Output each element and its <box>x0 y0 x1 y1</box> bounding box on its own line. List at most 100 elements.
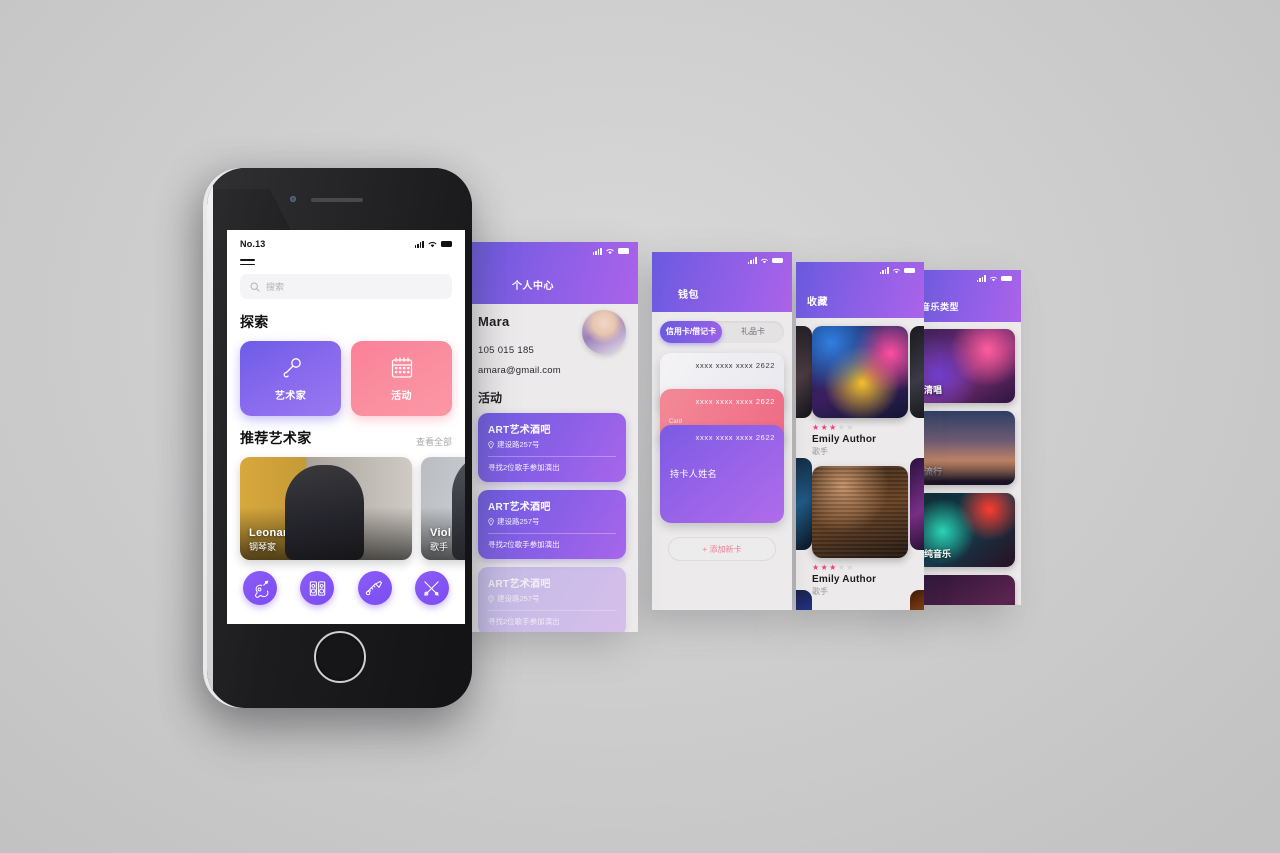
search-icon <box>250 282 260 292</box>
genre-list: 清唱 流行 纯音乐 <box>911 322 1021 605</box>
instrument-guitar[interactable] <box>243 571 277 606</box>
divider <box>488 533 616 534</box>
genre-card[interactable] <box>917 575 1015 605</box>
event-card[interactable]: ART艺术酒吧 建设路257号 寻找2位歌手参加演出 <box>478 490 626 559</box>
signal-bars-icon <box>414 240 424 248</box>
carousel-side-card[interactable] <box>796 590 812 610</box>
card-number: xxxx xxxx xxxx 2622 <box>695 433 775 442</box>
card-number: xxxx xxxx xxxx 2622 <box>695 397 775 406</box>
location-pin-icon <box>488 517 494 526</box>
tab-gift-card[interactable]: 礼品卡 <box>722 321 784 343</box>
artist-card[interactable]: Leonard Evans 钢琴家 <box>240 457 412 561</box>
hamburger-menu-icon[interactable] <box>227 249 465 266</box>
screen-home: No.13 搜索 探索 艺术家 活动 推荐艺术家 查看全部 Leonard Ev… <box>227 230 465 624</box>
recommended-header: 推荐艺术家 查看全部 <box>240 428 452 448</box>
favorite-item[interactable]: ★ ★ ★ ★ ★ Emily Author 歌手 <box>796 466 924 606</box>
iphone-mockup: No.13 搜索 探索 艺术家 活动 推荐艺术家 查看全部 Leonard Ev… <box>207 168 472 708</box>
microphone-icon <box>283 358 301 378</box>
signal-bars-icon <box>976 275 986 282</box>
wallet-tabs: 信用卡/借记卡 礼品卡 <box>660 321 784 343</box>
favorite-thumbnail <box>812 466 908 558</box>
front-camera-icon <box>290 196 296 202</box>
artist-card[interactable]: Viol 歌手 <box>421 457 465 561</box>
battery-icon <box>618 248 629 254</box>
battery-icon <box>772 257 783 264</box>
artist-name: Leonard Evans <box>249 527 332 540</box>
event-list: ART艺术酒吧 建设路257号 寻找2位歌手参加演出 ART艺术酒吧 建设路25… <box>466 406 638 632</box>
favorite-name: Emily Author <box>812 434 877 445</box>
mockup-stage: 音乐类型 清唱 流行 纯音乐 收藏 ★ ★ ★ ★ ★ Emily Author… <box>0 0 1280 853</box>
genre-label: 纯音乐 <box>924 549 952 559</box>
carousel-side-card[interactable] <box>796 326 812 418</box>
event-card[interactable]: ART艺术酒吧 建设路257号 寻找2位歌手参加演出 <box>478 567 626 632</box>
event-description: 寻找2位歌手参加演出 <box>488 463 560 472</box>
battery-icon <box>441 241 452 247</box>
artist-carousel: Leonard Evans 钢琴家 Viol 歌手 <box>240 457 465 561</box>
instrument-violin[interactable] <box>414 571 449 606</box>
genres-header: 音乐类型 <box>911 270 1021 322</box>
star-icon: ★ <box>820 423 828 432</box>
star-icon: ★ <box>837 423 845 432</box>
battery-icon <box>1001 275 1012 282</box>
genre-card[interactable]: 流行 <box>917 411 1015 485</box>
event-address-text: 建设路257号 <box>497 594 540 603</box>
star-icon: ★ <box>829 423 837 432</box>
location-pin-icon <box>488 594 494 603</box>
explore-tile-event[interactable]: 活动 <box>351 341 452 417</box>
genre-card[interactable]: 纯音乐 <box>917 493 1015 567</box>
star-icon: ★ <box>837 563 845 572</box>
carousel-side-card[interactable] <box>910 590 924 610</box>
star-icon: ★ <box>846 423 854 432</box>
signal-bars-icon <box>592 247 602 255</box>
screen-music-genres: 音乐类型 清唱 流行 纯音乐 <box>911 270 1021 605</box>
wallet-title: 钱包 <box>678 290 699 301</box>
favorites-carousel: ★ ★ ★ ★ ★ Emily Author 歌手 ★ ★ ★ ★ ★ Emil… <box>796 318 924 610</box>
event-address: 建设路257号 <box>488 516 616 527</box>
avatar[interactable] <box>582 310 626 354</box>
instrument-amplifier[interactable] <box>300 571 335 606</box>
favorite-thumbnail <box>812 326 908 418</box>
status-bar <box>466 242 638 255</box>
calendar-icon <box>391 357 412 378</box>
artist-role: 歌手 <box>430 542 449 553</box>
event-description: 寻找2位歌手参加演出 <box>488 617 560 626</box>
violin-icon <box>424 581 440 596</box>
wifi-icon <box>893 268 900 274</box>
status-icons <box>414 240 452 248</box>
genre-label: 流行 <box>924 467 943 477</box>
screen-wallet: 钱包 信用卡/借记卡 礼品卡 xxxx xxxx xxxx 2622 Card … <box>652 252 792 610</box>
event-title: ART艺术酒吧 <box>488 502 551 513</box>
amplifier-icon <box>309 581 326 596</box>
carrier-label: No.13 <box>240 239 266 249</box>
favorite-role: 歌手 <box>812 587 828 596</box>
trumpet-icon <box>365 580 383 595</box>
genres-title: 音乐类型 <box>921 302 960 312</box>
carousel-side-card[interactable] <box>910 458 924 550</box>
rating-stars: ★ ★ ★ ★ ★ <box>812 424 908 432</box>
star-icon: ★ <box>829 563 837 572</box>
artist-name: Viol <box>430 527 452 540</box>
event-card[interactable]: ART艺术酒吧 建设路257号 寻找2位歌手参加演出 <box>478 413 626 482</box>
add-card-button[interactable]: + 添加新卡 <box>668 537 776 561</box>
search-input[interactable]: 搜索 <box>240 274 452 300</box>
explore-tile-artist[interactable]: 艺术家 <box>240 341 341 417</box>
carousel-side-card[interactable] <box>910 326 924 418</box>
star-icon: ★ <box>846 563 854 572</box>
event-address-text: 建设路257号 <box>497 440 540 449</box>
favorite-name: Emily Author <box>812 574 877 585</box>
carousel-side-card[interactable] <box>796 458 812 550</box>
explore-tiles: 艺术家 活动 <box>240 341 452 417</box>
event-address-text: 建设路257号 <box>497 517 540 526</box>
tab-credit-debit[interactable]: 信用卡/借记卡 <box>660 321 722 343</box>
see-all-link[interactable]: 查看全部 <box>416 435 452 448</box>
payment-card[interactable]: xxxx xxxx xxxx 2622 持卡人姓名 <box>660 425 784 523</box>
status-bar <box>652 252 792 264</box>
status-bar: No.13 <box>227 230 465 249</box>
wifi-icon <box>990 276 997 282</box>
artist-role: 钢琴家 <box>249 542 277 553</box>
instrument-trumpet[interactable] <box>357 571 392 606</box>
home-button[interactable] <box>313 631 366 683</box>
location-pin-icon <box>488 440 494 449</box>
genre-card[interactable]: 清唱 <box>917 329 1015 403</box>
favorite-item[interactable]: ★ ★ ★ ★ ★ Emily Author 歌手 <box>796 326 924 466</box>
